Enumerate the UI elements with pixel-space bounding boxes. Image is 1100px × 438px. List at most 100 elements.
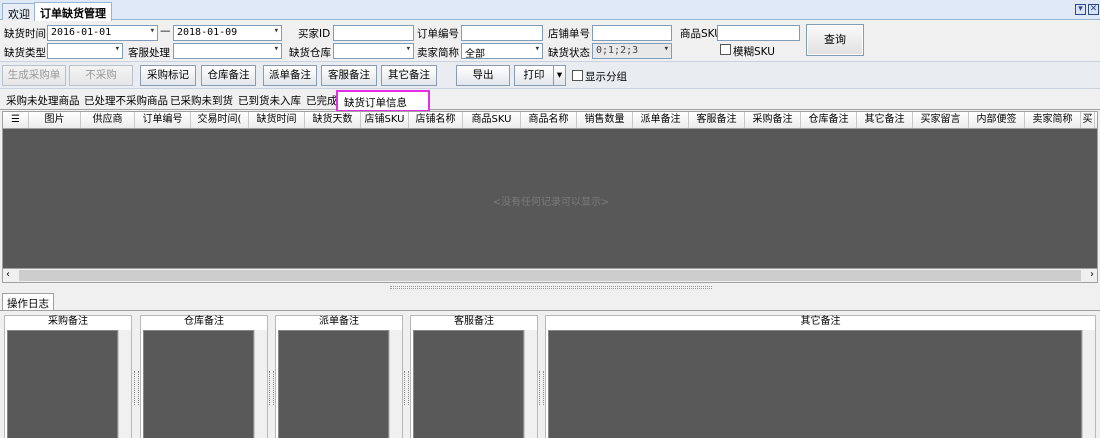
warehouse-label: 缺货仓库: [289, 47, 331, 59]
subtab-completed[interactable]: 已完成: [306, 93, 338, 108]
export-button[interactable]: 导出: [456, 65, 510, 86]
tab-order-shortage[interactable]: 订单缺货管理: [34, 2, 112, 21]
scroll-left-icon[interactable]: ‹: [6, 269, 10, 280]
cs-handle-select[interactable]: ▾: [173, 43, 282, 59]
column-menu-icon[interactable]: ☰: [3, 112, 29, 128]
other-note-textarea[interactable]: [548, 330, 1082, 438]
warehouse-note-button[interactable]: 仓库备注: [201, 65, 256, 86]
subtab-purchased-not-arrived[interactable]: 已采购未到货: [170, 93, 233, 108]
column-header[interactable]: 买: [1081, 112, 1095, 128]
subtab-unprocessed[interactable]: 采购未处理商品: [6, 93, 80, 108]
scroll-right-icon[interactable]: ›: [1090, 269, 1094, 280]
shortage-type-label: 缺货类型: [4, 47, 46, 59]
chevron-down-icon: ▾: [273, 44, 279, 54]
date-to-field[interactable]: 2018-01-09 ▾: [173, 25, 282, 41]
generate-purchase-button[interactable]: 生成采购单: [2, 65, 66, 86]
column-header[interactable]: 店铺名称: [409, 112, 463, 128]
empty-grid-message: <没有任何记录可以显示>: [492, 197, 610, 208]
other-note-button[interactable]: 其它备注: [381, 65, 437, 86]
action-toolbar: 生成采购单 不采购 采购标记 仓库备注 派单备注 客服备注 其它备注 导出 打印…: [0, 61, 1100, 89]
panel-title: 其它备注: [800, 316, 841, 327]
query-button[interactable]: 查询: [806, 24, 864, 56]
column-header[interactable]: 交易时间(: [191, 112, 249, 128]
seller-short-select[interactable]: 全部 ▾: [461, 43, 543, 59]
dispatch-note-panel: 派单备注: [275, 315, 403, 438]
date-from-field[interactable]: 2016-01-01 ▾: [47, 25, 158, 41]
panel-scrollbar[interactable]: [118, 330, 131, 438]
data-grid[interactable]: <没有任何记录可以显示>: [2, 129, 1098, 268]
tab-welcome[interactable]: 欢迎: [2, 3, 36, 21]
chevron-down-icon: ▾: [149, 26, 155, 36]
close-tab-icon[interactable]: ✕: [1088, 4, 1099, 15]
column-header[interactable]: 供应商: [81, 112, 135, 128]
print-dropdown-icon[interactable]: ▾: [553, 65, 566, 86]
dispatch-note-button[interactable]: 派单备注: [263, 65, 317, 86]
column-header[interactable]: 卖家简称: [1025, 112, 1081, 128]
sku-label: 商品SKU: [680, 28, 722, 40]
panel-scrollbar[interactable]: [1082, 330, 1095, 438]
other-note-panel: 其它备注: [545, 315, 1096, 438]
shortage-time-label: 缺货时间: [4, 28, 46, 40]
column-header[interactable]: 图片: [29, 112, 81, 128]
order-no-input[interactable]: [461, 25, 543, 41]
warehouse-select[interactable]: ▾: [333, 43, 414, 59]
panel-title: 派单备注: [319, 316, 359, 327]
column-header[interactable]: 缺货时间: [249, 112, 305, 128]
column-header[interactable]: 买家留言: [913, 112, 969, 128]
panel-resize-grip[interactable]: [134, 371, 139, 405]
column-header[interactable]: 仓库备注: [801, 112, 857, 128]
shortage-status-select[interactable]: 0;1;2;3 ▾: [592, 43, 672, 59]
panel-splitter[interactable]: [0, 284, 1100, 292]
warehouse-note-textarea[interactable]: [143, 330, 254, 438]
subtab-arrived-not-stocked[interactable]: 已到货未入库: [238, 93, 301, 108]
column-header[interactable]: 采购备注: [745, 112, 801, 128]
grid-horizontal-scrollbar[interactable]: ‹ ›: [2, 268, 1098, 283]
print-button[interactable]: 打印: [514, 65, 554, 86]
seller-short-label: 卖家简称: [417, 47, 459, 59]
column-header[interactable]: 店铺SKU: [361, 112, 409, 128]
column-header[interactable]: 商品名称: [521, 112, 577, 128]
chevron-down-icon: ▾: [114, 44, 120, 54]
no-purchase-button[interactable]: 不采购: [69, 65, 133, 86]
warehouse-note-panel: 仓库备注: [140, 315, 268, 438]
shortage-status-label: 缺货状态: [548, 47, 590, 59]
cs-note-textarea[interactable]: [413, 330, 524, 438]
dispatch-note-textarea[interactable]: [278, 330, 389, 438]
fuzzy-sku-checkbox[interactable]: [720, 44, 731, 55]
store-order-input[interactable]: [592, 25, 672, 41]
panel-resize-grip[interactable]: [404, 371, 409, 405]
purchase-note-panel: 采购备注: [4, 315, 132, 438]
tab-operation-log[interactable]: 操作日志: [2, 293, 54, 310]
panel-scrollbar[interactable]: [389, 330, 402, 438]
subtab-no-purchase[interactable]: 已处理不采购商品: [84, 93, 168, 108]
column-header[interactable]: 内部便签: [969, 112, 1025, 128]
column-header[interactable]: 缺货天数: [305, 112, 361, 128]
buyer-id-input[interactable]: [333, 25, 414, 41]
panel-resize-grip[interactable]: [269, 371, 274, 405]
panel-title: 仓库备注: [184, 316, 224, 327]
column-header[interactable]: 其它备注: [857, 112, 913, 128]
column-header[interactable]: 客服备注: [689, 112, 745, 128]
subtab-shortage-orders[interactable]: 缺货订单信息: [336, 90, 430, 112]
panel-scrollbar[interactable]: [524, 330, 537, 438]
sku-input[interactable]: [717, 25, 800, 41]
document-tab-bar: 欢迎 订单缺货管理 ▾ ✕: [0, 0, 1100, 21]
cs-note-button[interactable]: 客服备注: [321, 65, 377, 86]
column-header[interactable]: 订单编号: [135, 112, 191, 128]
tab-list-dropdown-icon[interactable]: ▾: [1075, 4, 1086, 15]
panel-title: 客服备注: [454, 316, 494, 327]
panel-resize-grip[interactable]: [539, 371, 544, 405]
column-header[interactable]: 派单备注: [633, 112, 689, 128]
scroll-thumb[interactable]: [19, 270, 1081, 281]
splitter-grip: [390, 286, 712, 289]
show-group-label: 显示分组: [585, 71, 627, 83]
operation-log-area: 采购备注 仓库备注 派单备注 客服备注 其它备注: [0, 310, 1100, 438]
panel-scrollbar[interactable]: [254, 330, 267, 438]
order-no-label: 订单编号: [417, 28, 459, 40]
column-header[interactable]: 商品SKU: [463, 112, 521, 128]
shortage-type-select[interactable]: ▾: [47, 43, 123, 59]
show-group-checkbox[interactable]: [572, 70, 583, 81]
purchase-mark-button[interactable]: 采购标记: [140, 65, 196, 86]
column-header[interactable]: 销售数量: [577, 112, 633, 128]
purchase-note-textarea[interactable]: [7, 330, 118, 438]
